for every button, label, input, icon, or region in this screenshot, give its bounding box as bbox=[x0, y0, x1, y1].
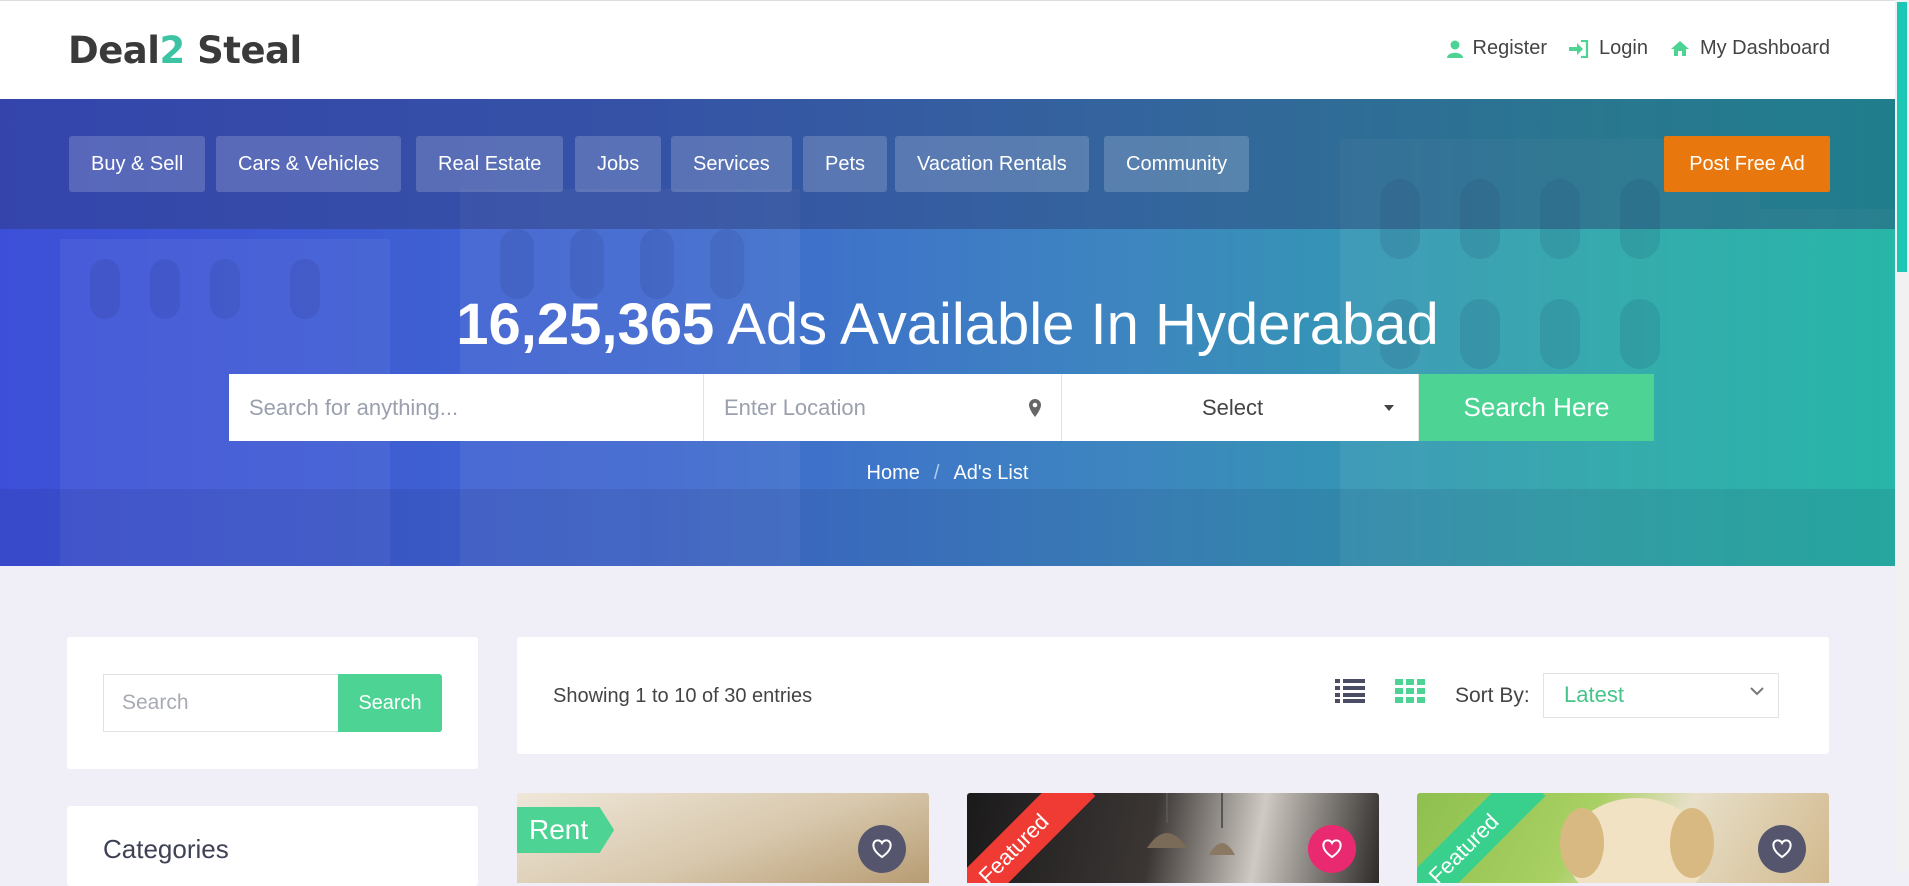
listing-card[interactable]: Featured bbox=[967, 793, 1379, 883]
headline-text: Ads Available In Hyderabad bbox=[727, 292, 1439, 357]
ads-count: 16,25,365 bbox=[456, 292, 715, 357]
breadcrumb-separator: / bbox=[933, 462, 940, 484]
login-link[interactable]: Login bbox=[1569, 37, 1648, 60]
heart-icon bbox=[872, 839, 892, 859]
location-input[interactable]: Enter Location bbox=[704, 374, 1062, 441]
dashboard-label: My Dashboard bbox=[1699, 37, 1830, 59]
logo-space bbox=[185, 29, 197, 72]
featured-ribbon: Featured bbox=[1417, 793, 1546, 883]
hero-search-bar: Search for anything... Enter Location Se… bbox=[229, 374, 1654, 441]
list-view-icon[interactable] bbox=[1335, 679, 1365, 703]
map-marker-icon bbox=[1029, 398, 1041, 417]
categories-heading: Categories bbox=[103, 834, 229, 864]
sidebar-search-input[interactable]: Search bbox=[103, 674, 338, 732]
favorite-button[interactable] bbox=[1308, 825, 1356, 873]
logo-text-deal: Deal bbox=[68, 29, 160, 72]
featured-ribbon: Featured bbox=[967, 793, 1096, 883]
nav-community[interactable]: Community bbox=[1104, 136, 1250, 192]
location-placeholder: Enter Location bbox=[724, 394, 866, 420]
nav-services[interactable]: Services bbox=[671, 136, 792, 192]
heart-icon bbox=[1322, 839, 1342, 859]
pendant-lamps-image bbox=[1147, 793, 1235, 855]
sort-by-value: Latest bbox=[1564, 682, 1624, 707]
search-query-input[interactable]: Search for anything... bbox=[229, 374, 704, 441]
nav-jobs[interactable]: Jobs bbox=[575, 136, 662, 192]
sidebar-search-button[interactable]: Search bbox=[338, 674, 442, 732]
post-free-ad-button[interactable]: Post Free Ad bbox=[1664, 136, 1830, 192]
chevron-down-icon bbox=[1750, 687, 1764, 696]
sidebar-categories-card: Categories bbox=[67, 806, 478, 886]
listing-card[interactable]: Featured bbox=[1417, 793, 1829, 883]
user-icon bbox=[1446, 40, 1463, 58]
sort-by-label: Sort By: bbox=[1455, 684, 1530, 707]
rent-tag: Rent bbox=[517, 807, 615, 853]
page-scrollbar[interactable] bbox=[1895, 0, 1909, 871]
logo-text-steal: Steal bbox=[197, 29, 302, 72]
breadcrumb: Home / Ad's List bbox=[0, 462, 1895, 485]
puppy-image bbox=[1560, 798, 1714, 883]
category-select-value: Select bbox=[1202, 394, 1264, 420]
home-icon bbox=[1670, 41, 1689, 56]
results-toolbar: Showing 1 to 10 of 30 entries Sort By: L… bbox=[517, 637, 1829, 754]
heart-icon bbox=[1772, 839, 1792, 859]
caret-down-icon bbox=[1384, 404, 1394, 411]
site-logo[interactable]: Deal2 Steal bbox=[68, 29, 302, 72]
hero-banner: Buy & Sell Cars & Vehicles Real Estate J… bbox=[0, 99, 1895, 566]
breadcrumb-home[interactable]: Home bbox=[867, 462, 920, 484]
grid-view-icon[interactable] bbox=[1395, 679, 1425, 703]
sidebar-search-card: Search Search bbox=[67, 637, 478, 769]
nav-buy-sell[interactable]: Buy & Sell bbox=[69, 136, 206, 192]
listing-card[interactable]: Rent bbox=[517, 793, 929, 883]
nav-pets[interactable]: Pets bbox=[803, 136, 888, 192]
register-label: Register bbox=[1472, 37, 1547, 59]
logo-text-two: 2 bbox=[159, 29, 185, 72]
favorite-button[interactable] bbox=[858, 825, 906, 873]
results-count-text: Showing 1 to 10 of 30 entries bbox=[553, 685, 813, 707]
site-header: Deal2 Steal Register Login My Dashboard bbox=[0, 0, 1895, 99]
nav-real-estate[interactable]: Real Estate bbox=[416, 136, 564, 192]
login-label: Login bbox=[1599, 37, 1648, 59]
register-link[interactable]: Register bbox=[1446, 37, 1547, 60]
breadcrumb-current: Ad's List bbox=[953, 462, 1029, 484]
nav-vacation-rentals[interactable]: Vacation Rentals bbox=[895, 136, 1089, 192]
category-nav: Buy & Sell Cars & Vehicles Real Estate J… bbox=[0, 99, 1895, 229]
nav-cars-vehicles[interactable]: Cars & Vehicles bbox=[216, 136, 402, 192]
sort-by-select[interactable]: Latest bbox=[1543, 673, 1779, 718]
sign-in-icon bbox=[1569, 39, 1589, 58]
search-here-button[interactable]: Search Here bbox=[1419, 374, 1654, 441]
dashboard-link[interactable]: My Dashboard bbox=[1670, 37, 1830, 60]
scrollbar-thumb[interactable] bbox=[1897, 2, 1907, 272]
favorite-button[interactable] bbox=[1758, 825, 1806, 873]
category-select[interactable]: Select bbox=[1062, 374, 1419, 441]
page-headline: 16,25,365 Ads Available In Hyderabad bbox=[0, 291, 1895, 358]
account-links: Register Login My Dashboard bbox=[1446, 37, 1830, 60]
